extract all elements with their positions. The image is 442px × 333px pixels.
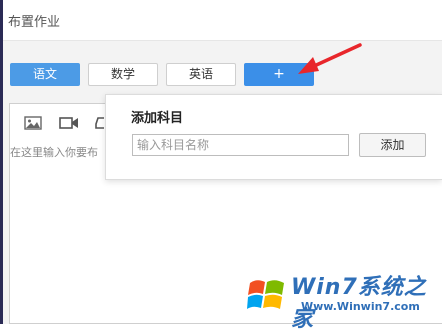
windows-logo-icon	[247, 280, 284, 309]
add-subject-popover: 添加科目 添加	[105, 94, 442, 180]
editor-placeholder: 在这里输入你要布	[10, 146, 98, 159]
image-icon[interactable]	[24, 116, 42, 133]
video-icon[interactable]	[59, 116, 79, 133]
tab-chinese[interactable]: 语文	[10, 63, 80, 86]
watermark-url: Www.Winwin7.com	[301, 300, 420, 313]
tab-math[interactable]: 数学	[88, 63, 158, 86]
window-title: 布置作业	[8, 15, 61, 30]
tab-english[interactable]: 英语	[166, 63, 236, 86]
red-arrow-annotation	[298, 43, 362, 74]
watermark: Win7系统之家 Www.Winwin7.com	[243, 264, 442, 332]
popover-title: 添加科目	[131, 111, 184, 126]
title-bar: 布置作业	[3, 0, 442, 41]
eraser-icon[interactable]	[95, 116, 105, 133]
add-button[interactable]: 添加	[359, 133, 426, 157]
subject-name-input[interactable]	[132, 134, 349, 156]
